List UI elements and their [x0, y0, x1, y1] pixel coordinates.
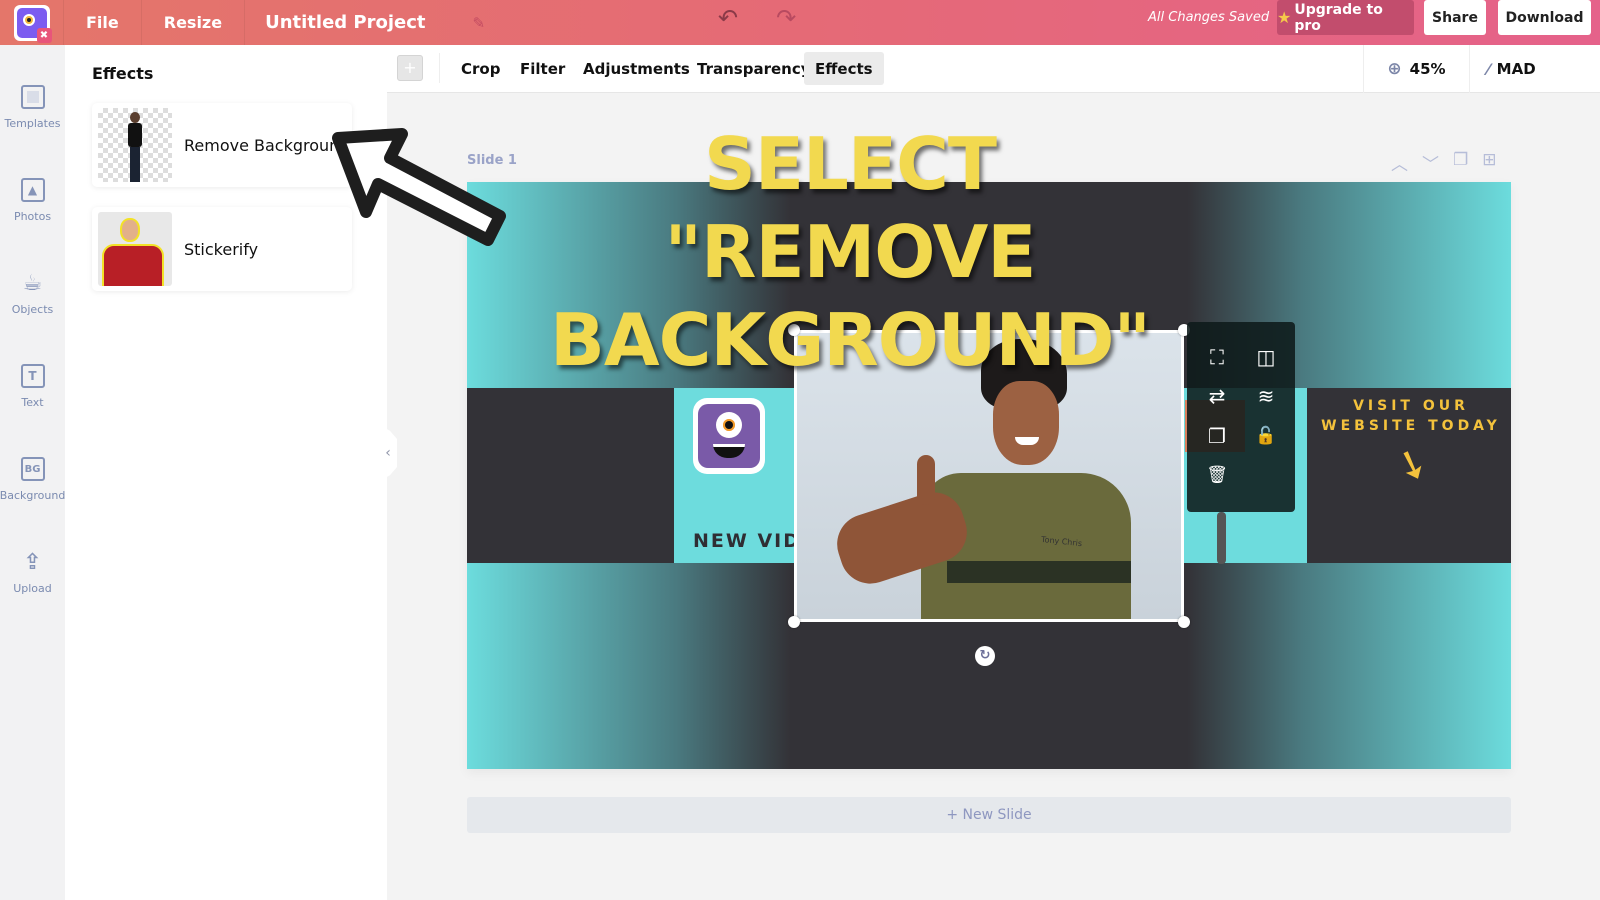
visit-website-text[interactable]: VISIT OUR WEBSITE TODAY [1319, 396, 1503, 436]
rail-item-text[interactable]: T Text [0, 364, 65, 409]
instruction-line-1: SELECT "REMOVE [664, 122, 1037, 294]
person-thumb [917, 455, 935, 505]
resize-handle-bottom-right[interactable] [1178, 616, 1190, 628]
tab-crop[interactable]: Crop [450, 52, 511, 85]
chevron-left-icon: ‹ [385, 445, 391, 461]
pointer-arrow-icon [332, 128, 506, 246]
effect-label: Stickerify [184, 239, 259, 259]
toolbar-divider [439, 53, 440, 83]
file-menu[interactable]: File [64, 0, 142, 45]
project-title-text[interactable]: Untitled Project [265, 12, 425, 33]
man-figure [102, 216, 172, 286]
zoom-control[interactable]: ⊕ 45% [1363, 45, 1470, 93]
effect-stickerify[interactable]: Stickerify [92, 207, 352, 291]
effect-label: Remove Background [184, 135, 350, 155]
dark-band-left [467, 388, 674, 563]
crop-icon[interactable]: ⛶ [1202, 342, 1232, 372]
app-logo[interactable]: ✖ [13, 4, 52, 43]
rail-item-background[interactable]: BG Background [0, 457, 65, 502]
zoom-in-icon: ⊕ [1387, 59, 1402, 79]
replace-icon[interactable]: ⇄ [1202, 381, 1232, 411]
move-down-icon[interactable]: ﹀ [1422, 150, 1439, 175]
magic-label: MAD [1496, 60, 1536, 78]
background-icon: BG [20, 457, 45, 481]
image-toolbar: + Crop Filter Adjustments Transparency E… [387, 45, 1600, 93]
text-icon: T [20, 364, 45, 388]
instruction-line-2: BACKGROUND" [550, 298, 1151, 382]
rail-item-upload[interactable]: ⇪ Upload [0, 549, 65, 596]
tab-transparency[interactable]: Transparency [686, 52, 822, 85]
unlock-icon[interactable]: 🔓 [1251, 421, 1281, 451]
share-button[interactable]: Share [1424, 0, 1486, 35]
stickerify-thumbnail [98, 212, 172, 286]
person-face [993, 381, 1059, 465]
paint-roller-handle[interactable] [1217, 512, 1226, 564]
history-controls: ↶ ↷ [718, 4, 796, 32]
undo-icon[interactable]: ↶ [718, 4, 738, 32]
collapse-panel-button[interactable]: ‹ [379, 425, 397, 481]
instruction-overlay: SELECT "REMOVE BACKGROUND" [520, 120, 1180, 384]
shirt-stripe [947, 561, 1131, 583]
rail-label: Text [21, 396, 44, 409]
rail-label: Photos [13, 210, 52, 223]
cup-icon: ☕ [22, 270, 43, 296]
move-up-icon[interactable]: ︿ [1391, 150, 1408, 175]
resize-handle-bottom-left[interactable] [788, 616, 800, 628]
effect-remove-background[interactable]: Remove Background [92, 103, 352, 187]
template-icon [20, 85, 45, 109]
panel-title: Effects [92, 64, 154, 83]
tab-effects[interactable]: Effects [804, 52, 884, 85]
photo-icon: ▲ [20, 178, 45, 202]
monster-sticker[interactable] [693, 398, 765, 474]
save-status: All Changes Saved [1148, 10, 1270, 25]
add-button[interactable]: + [397, 55, 423, 81]
tab-filter[interactable]: Filter [509, 52, 576, 85]
logo-lens [22, 13, 35, 26]
rail-item-photos[interactable]: ▲ Photos [0, 178, 65, 223]
woman-figure [128, 112, 142, 182]
logo-container[interactable]: ✖ [0, 0, 64, 45]
remove-background-thumbnail [98, 108, 172, 182]
tab-adjustments[interactable]: Adjustments [572, 52, 701, 85]
duplicate-slide-icon[interactable]: ❐ [1453, 150, 1468, 175]
upgrade-label: Upgrade to pro [1294, 1, 1383, 34]
rail-label: Upload [13, 582, 52, 595]
edit-pencil-icon[interactable]: ✎ [473, 14, 486, 32]
flip-icon[interactable]: ◫ [1251, 342, 1281, 372]
slide-tools: ︿ ﹀ ❐ ⊞ [1391, 150, 1497, 175]
project-title[interactable]: Untitled Project ✎ [245, 0, 505, 45]
rail-label: Templates [4, 117, 61, 130]
layers-icon[interactable]: ≋ [1251, 381, 1281, 411]
resize-menu[interactable]: Resize [142, 0, 246, 45]
magic-button[interactable]: ⁄ MAD [1487, 45, 1536, 93]
upload-icon: ⇪ [23, 549, 42, 575]
download-button[interactable]: Download [1498, 0, 1591, 35]
zoom-level: 45% [1409, 60, 1446, 78]
rail-label: Background [0, 489, 66, 502]
magic-wand-icon: ⁄ [1487, 59, 1490, 79]
add-slide-icon[interactable]: ⊞ [1482, 150, 1496, 175]
rail-item-templates[interactable]: Templates [0, 85, 65, 130]
rail-item-objects[interactable]: ☕ Objects [0, 270, 65, 317]
redo-icon[interactable]: ↷ [776, 4, 796, 32]
new-slide-button[interactable]: + New Slide [467, 797, 1511, 833]
duplicate-icon[interactable]: ❐ [1202, 421, 1232, 451]
upgrade-button[interactable]: ★ Upgrade to pro [1277, 0, 1414, 35]
top-header: ✖ File Resize Untitled Project ✎ ↶ ↷ All… [0, 0, 1600, 45]
star-icon: ★ [1277, 8, 1292, 27]
logo-badge: ✖ [36, 27, 52, 43]
rotate-handle[interactable]: ↻ [975, 646, 995, 666]
floating-element-toolbar: ⛶ ◫ ⇄ ≋ ❐ 🔓 🗑 [1187, 322, 1295, 512]
rail-label: Objects [11, 303, 54, 316]
left-rail: Templates ▲ Photos ☕ Objects T Text BG B… [0, 45, 65, 900]
trash-icon[interactable]: 🗑 [1202, 460, 1232, 490]
